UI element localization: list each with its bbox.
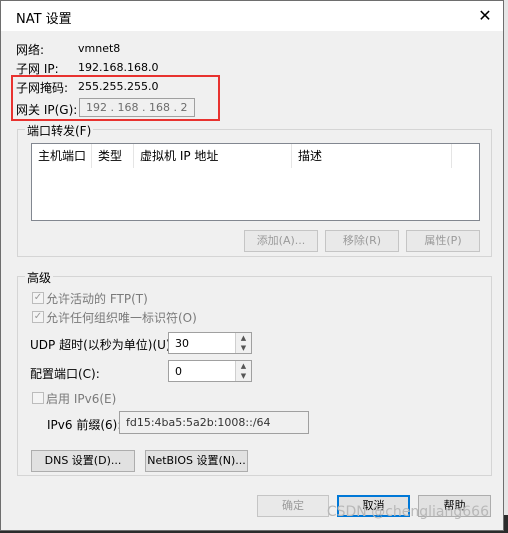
config-port-value: 0 — [175, 364, 182, 378]
allow-ftp-checkbox[interactable]: ✓ — [32, 292, 44, 304]
window-title: NAT 设置 — [16, 12, 72, 27]
column-type[interactable]: 类型 — [92, 144, 134, 168]
add-button[interactable]: 添加(A)... — [244, 230, 318, 252]
nat-settings-dialog: NAT 设置 ✕ 网络: vmnet8 子网 IP: 192.168.168.0… — [0, 0, 504, 531]
config-port-label: 配置端口(C): — [30, 367, 100, 381]
gateway-label: 网关 IP(G): — [16, 103, 78, 117]
port-forwarding-legend: 端口转发(F) — [25, 122, 94, 139]
close-icon[interactable]: ✕ — [475, 6, 495, 26]
allow-ftp-label: 允许活动的 FTP(T) — [46, 292, 148, 306]
network-value: vmnet8 — [78, 42, 121, 55]
udp-timeout-stepper[interactable]: ▲ ▼ — [235, 333, 251, 353]
ok-button[interactable]: 确定 — [257, 495, 329, 517]
subnet-mask-label: 子网掩码: — [16, 81, 69, 95]
udp-timeout-field[interactable]: 30 ▲ ▼ — [168, 332, 252, 354]
config-port-field[interactable]: 0 ▲ ▼ — [168, 360, 252, 382]
allow-uid-checkbox[interactable]: ✓ — [32, 311, 44, 323]
subnet-ip-value: 192.168.168.0 — [78, 61, 159, 74]
port-forwarding-list[interactable]: 主机端口 类型 虚拟机 IP 地址 描述 — [31, 143, 480, 221]
ipv6-prefix-field[interactable]: fd15:4ba5:5a2b:1008::/64 — [119, 411, 309, 434]
netbios-settings-button[interactable]: NetBIOS 设置(N)... — [145, 450, 248, 472]
config-port-stepper[interactable]: ▲ ▼ — [235, 361, 251, 381]
column-description[interactable]: 描述 — [292, 144, 452, 168]
column-host-port[interactable]: 主机端口 — [32, 144, 92, 168]
watermark-text: CSDN @chengliang666 — [326, 504, 489, 520]
advanced-legend: 高级 — [25, 269, 54, 286]
remove-button[interactable]: 移除(R) — [325, 230, 399, 252]
ipv6-prefix-label: IPv6 前缀(6): — [47, 418, 122, 432]
allow-uid-label: 允许任何组织唯一标识符(O) — [46, 311, 197, 325]
enable-ipv6-checkbox[interactable] — [32, 392, 44, 404]
enable-ipv6-label: 启用 IPv6(E) — [46, 392, 117, 406]
gateway-ip-value: 192 . 168 . 168 . 2 — [86, 101, 188, 114]
ipv6-prefix-value: fd15:4ba5:5a2b:1008::/64 — [126, 416, 271, 429]
column-vm-ip[interactable]: 虚拟机 IP 地址 — [134, 144, 292, 168]
title-bar: NAT 设置 ✕ — [1, 1, 503, 31]
dns-settings-button[interactable]: DNS 设置(D)... — [31, 450, 135, 472]
udp-timeout-value: 30 — [175, 336, 189, 350]
network-label: 网络: — [16, 43, 45, 57]
subnet-mask-value: 255.255.255.0 — [78, 80, 159, 93]
udp-timeout-label: UDP 超时(以秒为单位)(U): — [30, 338, 175, 352]
gateway-ip-field[interactable]: 192 . 168 . 168 . 2 — [79, 98, 195, 117]
properties-button[interactable]: 属性(P) — [406, 230, 480, 252]
